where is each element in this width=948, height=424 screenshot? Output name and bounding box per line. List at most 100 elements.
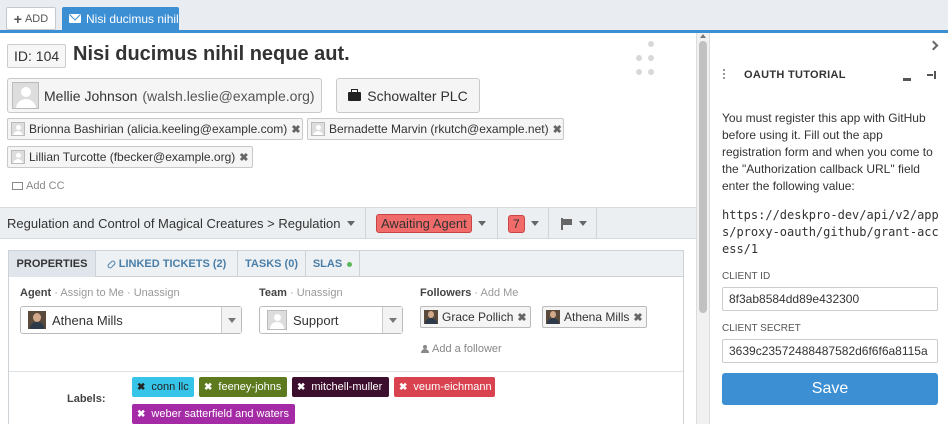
remove-icon[interactable]: ✖	[291, 123, 300, 136]
client-secret-label: CLIENT SECRET	[722, 323, 801, 334]
assign-to-me-link[interactable]: · Assign to Me	[54, 287, 124, 299]
cc-name: Lillian Turcotte (fbecker@example.org)	[29, 150, 236, 164]
follower-name: Grace Pollich	[442, 310, 514, 324]
label-chip[interactable]: ✖ conn llc	[132, 377, 194, 397]
client-id-label: CLIENT ID	[722, 271, 771, 282]
scroll-up-icon[interactable]	[700, 34, 706, 38]
cc-name: Bernadette Marvin (rkutch@example.net)	[329, 122, 549, 136]
remove-icon[interactable]: ✖	[137, 409, 145, 420]
status-badge: Awaiting Agent	[376, 214, 472, 233]
organization-name: Schowalter PLC	[367, 87, 468, 104]
tab-label: LINKED TICKETS (2)	[118, 258, 227, 270]
app-window: + ADD Nisi ducimus nihil neque aut. ID: …	[0, 0, 948, 424]
follower-avatar	[424, 310, 438, 324]
ticket-organization[interactable]: Schowalter PLC	[336, 78, 480, 113]
team-unassign-link[interactable]: · Unassign	[290, 287, 343, 299]
follower-chip[interactable]: Athena Mills ✖	[542, 306, 647, 328]
ticket-person[interactable]: Mellie Johnson (walsh.leslie@example.org…	[7, 78, 322, 113]
person-email: (walsh.leslie@example.org)	[142, 87, 315, 104]
app-sidebar: OAUTH TUTORIAL You must register this ap…	[709, 33, 948, 424]
ticket-tab-label: Nisi ducimus nihil neque aut.	[86, 11, 179, 26]
person-avatar	[12, 82, 39, 109]
tab-properties[interactable]: PROPERTIES	[9, 251, 96, 277]
callback-url: https://deskpro-dev/api/v2/apps/proxy-oa…	[722, 208, 939, 256]
add-cc-link[interactable]: Add CC	[12, 180, 65, 192]
team-label: Team	[259, 287, 287, 299]
tab-linked-tickets[interactable]: LINKED TICKETS (2)	[96, 251, 238, 277]
agent-unassign-link[interactable]: · Unassign	[127, 287, 180, 299]
link-icon	[106, 259, 117, 269]
follower-chip[interactable]: Grace Pollich ✖	[420, 306, 531, 328]
remove-icon[interactable]: ✖	[297, 382, 305, 393]
category-value: Regulation and Control of Magical Creatu…	[7, 216, 341, 231]
instructions-text: You must register this app with GitHub b…	[722, 111, 933, 193]
team-value: Support	[293, 312, 339, 328]
ticket-main-panel: ID: 104 Nisi ducimus nihil neque aut. Me…	[0, 33, 696, 424]
briefcase-icon	[348, 89, 362, 101]
cc-avatar	[311, 122, 325, 136]
tab-bar: PROPERTIES LINKED TICKETS (2) TASKS (0) …	[9, 251, 683, 277]
flag-dropdown[interactable]	[549, 208, 597, 239]
remove-icon[interactable]: ✖	[633, 311, 642, 324]
label-text: conn llc	[151, 381, 189, 393]
person-name: Mellie Johnson	[44, 87, 138, 104]
label-text: weber satterfield and waters	[151, 408, 289, 420]
cc-chip[interactable]: Brionna Bashirian (alicia.keeling@exampl…	[7, 118, 303, 140]
drag-handle-icon[interactable]	[632, 41, 656, 77]
client-id-input[interactable]: 8f3ab8584dd89e432300	[722, 287, 938, 311]
tab-tasks[interactable]: TASKS (0)	[238, 251, 306, 277]
label-chip[interactable]: ✖ weber satterfield and waters	[132, 404, 295, 424]
status-dropdown[interactable]: Awaiting Agent	[366, 208, 498, 239]
label-chip[interactable]: ✖ veum-eichmann	[394, 377, 495, 397]
divider	[9, 371, 683, 372]
tab-label: TASKS (0)	[245, 258, 298, 270]
urgency-dropdown[interactable]: 7	[498, 208, 549, 239]
agent-select[interactable]: Athena Mills	[20, 306, 242, 334]
scrollbar-thumb[interactable]	[699, 41, 707, 313]
client-secret-input[interactable]: 3639c23572488487582d6f6f6a8115a	[722, 339, 938, 363]
urgency-badge: 7	[508, 214, 525, 233]
label-chip[interactable]: ✖ mitchell-muller	[292, 377, 389, 397]
follower-avatar	[546, 310, 560, 324]
label-text: feeney-johns	[218, 381, 282, 393]
tab-label: PROPERTIES	[16, 258, 88, 270]
label-text: mitchell-muller	[311, 381, 383, 393]
agent-field-label: Agent · Assign to Me · Unassign	[20, 287, 180, 299]
remove-icon[interactable]: ✖	[137, 382, 145, 393]
drag-handle-icon[interactable]	[723, 69, 727, 81]
chevron-down-icon	[382, 307, 402, 333]
ticket-properties-bar: Regulation and Control of Magical Creatu…	[0, 207, 696, 239]
tab-slas[interactable]: SLAS	[306, 251, 360, 277]
chevron-down-icon	[579, 221, 587, 226]
team-select[interactable]: Support	[259, 306, 403, 334]
envelope-icon	[12, 182, 23, 190]
cc-avatar	[11, 122, 25, 136]
ticket-tab[interactable]: Nisi ducimus nihil neque aut.	[62, 7, 179, 30]
main-scrollbar[interactable]	[696, 33, 709, 424]
chevron-down-icon	[530, 221, 539, 226]
label-chip[interactable]: ✖ feeney-johns	[199, 377, 287, 397]
add-me-link[interactable]: · Add Me	[474, 287, 518, 299]
ticket-title[interactable]: Nisi ducimus nihil neque aut.	[73, 43, 350, 66]
add-follower-link[interactable]: Add a follower	[420, 343, 502, 355]
dock-icon[interactable]	[927, 71, 936, 79]
minimize-icon[interactable]	[903, 78, 911, 81]
cc-avatar	[11, 150, 25, 164]
save-button[interactable]: Save	[722, 373, 938, 405]
add-tab-button[interactable]: + ADD	[6, 7, 56, 30]
remove-icon[interactable]: ✖	[399, 382, 407, 393]
ticket-tabs-panel: PROPERTIES LINKED TICKETS (2) TASKS (0) …	[8, 250, 684, 424]
followers-field-label: Followers · Add Me	[420, 287, 518, 299]
chevron-right-icon[interactable]	[928, 40, 939, 51]
follower-name: Athena Mills	[564, 310, 630, 324]
team-avatar	[267, 310, 287, 330]
cc-chip[interactable]: Lillian Turcotte (fbecker@example.org) ✖	[7, 146, 253, 168]
remove-icon[interactable]: ✖	[553, 123, 562, 136]
cc-chip[interactable]: Bernadette Marvin (rkutch@example.net) ✖	[307, 118, 564, 140]
remove-icon[interactable]: ✖	[517, 311, 526, 324]
remove-icon[interactable]: ✖	[239, 151, 248, 164]
remove-icon[interactable]: ✖	[204, 382, 212, 393]
add-follower-label: Add a follower	[432, 343, 502, 355]
category-dropdown[interactable]: Regulation and Control of Magical Creatu…	[0, 208, 366, 239]
top-tab-bar: + ADD Nisi ducimus nihil neque aut.	[0, 0, 948, 33]
